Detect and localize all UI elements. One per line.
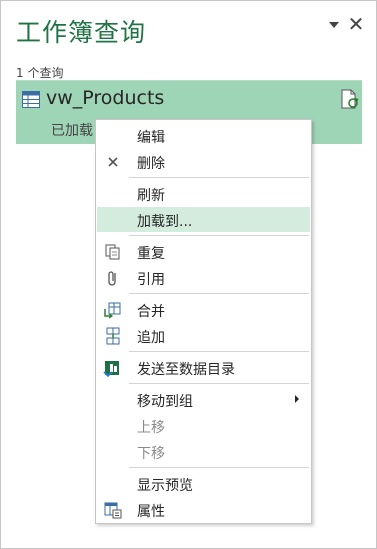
pane-options-chevron-down-icon[interactable] (329, 22, 339, 28)
menu-item-move-down: 下移 (97, 439, 310, 464)
menu-item-label: 属性 (137, 504, 165, 520)
menu-separator (129, 293, 309, 294)
menu-separator (129, 467, 309, 468)
menu-item-delete[interactable]: 删除 (97, 149, 310, 174)
properties-icon (104, 502, 122, 519)
menu-item-label: 加载到... (137, 214, 193, 230)
menu-item-duplicate[interactable]: 重复 (97, 239, 310, 264)
menu-item-move-to-group[interactable]: 移动到组 (97, 387, 310, 412)
menu-item-reference[interactable]: 引用 (97, 265, 310, 290)
query-name: vw_Products (46, 87, 165, 109)
query-status: 已加载 (51, 123, 93, 139)
menu-item-label: 编辑 (137, 130, 165, 146)
data-catalog-icon (103, 361, 119, 378)
paperclip-icon (108, 271, 116, 286)
menu-item-append[interactable]: 追加 (97, 323, 310, 348)
menu-item-label: 显示预览 (137, 478, 193, 494)
menu-item-send-to-data-catalog[interactable]: 发送至数据目录 (97, 355, 310, 380)
menu-item-label: 删除 (137, 156, 165, 172)
submenu-arrow-icon (295, 395, 299, 403)
table-icon (22, 91, 40, 108)
menu-item-refresh[interactable]: 刷新 (97, 181, 310, 206)
menu-item-show-preview[interactable]: 显示预览 (97, 471, 310, 496)
menu-item-label: 下移 (137, 446, 165, 462)
menu-item-merge[interactable]: 合并 (97, 297, 310, 322)
menu-item-move-up: 上移 (97, 413, 310, 438)
menu-item-properties[interactable]: 属性 (97, 497, 310, 522)
menu-separator (129, 383, 309, 384)
pane-title: 工作簿查询 (16, 18, 147, 47)
menu-separator (129, 351, 309, 352)
merge-icon (104, 302, 121, 319)
close-icon[interactable]: ✕ (347, 13, 365, 35)
menu-item-label: 合并 (137, 304, 165, 320)
menu-item-edit[interactable]: 编辑 (97, 123, 310, 148)
menu-item-label: 上移 (137, 420, 165, 436)
menu-item-label: 引用 (137, 272, 165, 288)
menu-item-label: 发送至数据目录 (137, 362, 235, 378)
duplicate-icon (105, 244, 120, 260)
menu-separator (129, 177, 309, 178)
workbook-queries-pane: 工作簿查询 ✕ 1 个查询 vw_Products 已加载 编辑 删除 刷新 加… (0, 0, 377, 549)
menu-item-label: 移动到组 (137, 394, 193, 410)
refresh-icon[interactable] (341, 89, 359, 109)
query-context-menu: 编辑 删除 刷新 加载到... 重复 引用 合并 追加 发送至数据目录 移动到组… (95, 119, 312, 524)
delete-x-icon (108, 157, 118, 167)
query-count: 1 个查询 (16, 66, 64, 80)
menu-separator (129, 235, 309, 236)
menu-item-load-to[interactable]: 加载到... (97, 207, 310, 232)
menu-item-label: 刷新 (137, 188, 165, 204)
menu-item-label: 重复 (137, 246, 165, 262)
append-icon (106, 327, 120, 345)
menu-item-label: 追加 (137, 330, 165, 346)
